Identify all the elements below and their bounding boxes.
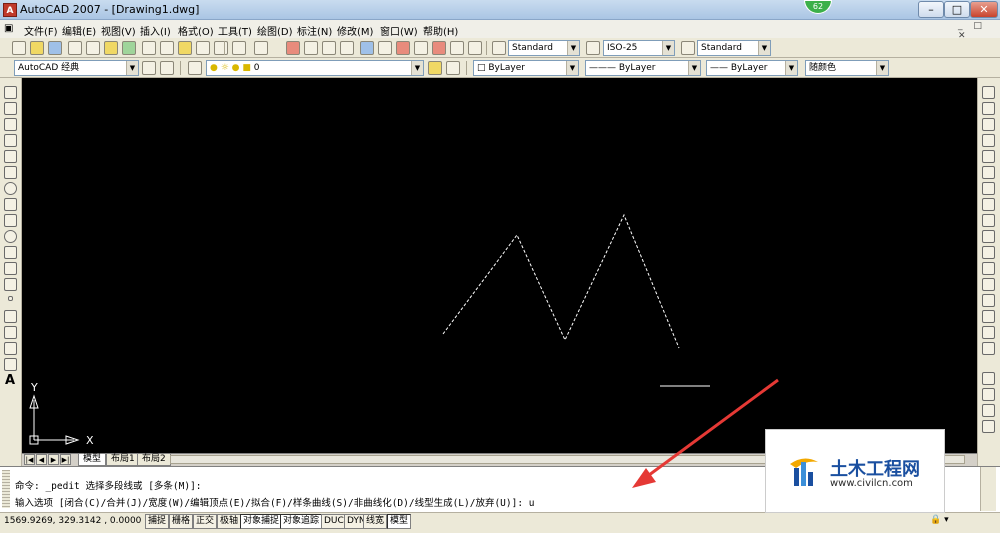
polar-toggle[interactable]: 极轴 bbox=[217, 514, 242, 529]
lineweight-toggle[interactable]: 线宽 bbox=[363, 514, 388, 529]
ortho-toggle[interactable]: 正交 bbox=[193, 514, 218, 529]
snap-toggle[interactable]: 捕捉 bbox=[145, 514, 170, 529]
status-tray-lock-icon[interactable]: 🔒 ▾ bbox=[930, 515, 990, 529]
watermark-url: www.civilcn.com bbox=[830, 478, 913, 489]
model-toggle[interactable]: 模型 bbox=[387, 514, 412, 529]
osnap-toggle[interactable]: 对象捕捉 bbox=[240, 514, 283, 529]
otrack-toggle[interactable]: 对象追踪 bbox=[280, 514, 323, 529]
watermark-logo bbox=[790, 458, 818, 486]
grid-toggle[interactable]: 栅格 bbox=[169, 514, 194, 529]
coordinate-readout[interactable]: 1569.9269, 329.3142 , 0.0000 bbox=[4, 516, 141, 526]
